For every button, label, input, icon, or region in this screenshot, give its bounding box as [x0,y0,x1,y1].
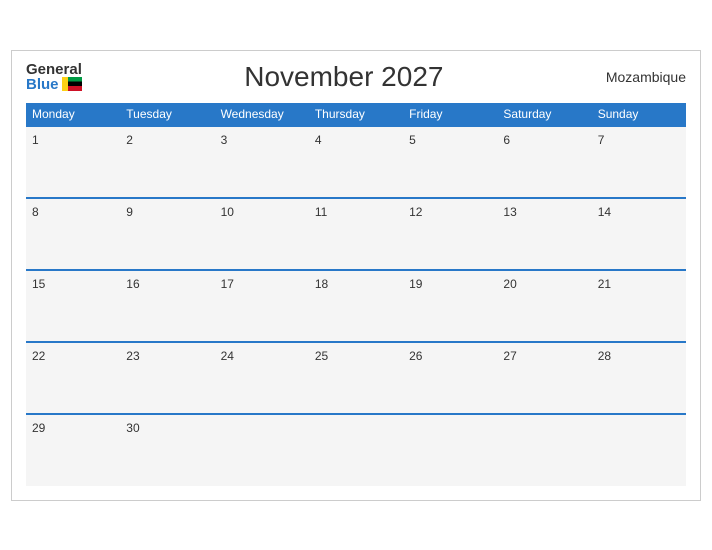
day-cell-21: 21 [592,270,686,342]
day-cell-3: 3 [215,126,309,198]
day-number-4: 4 [315,133,322,147]
day-number-2: 2 [126,133,133,147]
day-number-3: 3 [221,133,228,147]
day-number-27: 27 [503,349,516,363]
day-cell-24: 24 [215,342,309,414]
day-cell-17: 17 [215,270,309,342]
day-cell-19: 19 [403,270,497,342]
day-number-16: 16 [126,277,139,291]
day-cell-14: 14 [592,198,686,270]
empty-cell [215,414,309,486]
day-cell-1: 1 [26,126,120,198]
day-number-28: 28 [598,349,611,363]
weekday-header-thursday: Thursday [309,103,403,126]
day-number-13: 13 [503,205,516,219]
day-number-14: 14 [598,205,611,219]
day-number-11: 11 [315,205,327,219]
day-number-5: 5 [409,133,416,147]
day-cell-2: 2 [120,126,214,198]
day-cell-23: 23 [120,342,214,414]
day-number-9: 9 [126,205,133,219]
day-number-30: 30 [126,421,139,435]
day-cell-10: 10 [215,198,309,270]
logo: General Blue [26,62,82,92]
day-number-8: 8 [32,205,39,219]
day-cell-5: 5 [403,126,497,198]
day-cell-16: 16 [120,270,214,342]
week-row-3: 15 16 17 18 19 20 21 [26,270,686,342]
day-number-20: 20 [503,277,516,291]
day-number-29: 29 [32,421,45,435]
week-row-1: 1 2 3 4 5 6 7 [26,126,686,198]
day-cell-4: 4 [309,126,403,198]
weekday-header-row: MondayTuesdayWednesdayThursdayFridaySatu… [26,103,686,126]
day-cell-12: 12 [403,198,497,270]
day-number-26: 26 [409,349,422,363]
logo-general-text: General [26,62,82,77]
day-cell-27: 27 [497,342,591,414]
weekday-header-friday: Friday [403,103,497,126]
day-cell-15: 15 [26,270,120,342]
day-number-12: 12 [409,205,422,219]
day-number-22: 22 [32,349,45,363]
weekday-header-sunday: Sunday [592,103,686,126]
weekday-header-saturday: Saturday [497,103,591,126]
calendar-header: General Blue November 2027 Mozambique [26,61,686,93]
day-number-6: 6 [503,133,510,147]
day-number-23: 23 [126,349,139,363]
day-cell-22: 22 [26,342,120,414]
weekday-header-wednesday: Wednesday [215,103,309,126]
day-number-19: 19 [409,277,422,291]
day-cell-13: 13 [497,198,591,270]
day-cell-9: 9 [120,198,214,270]
logo-flag-icon [62,77,82,91]
day-cell-8: 8 [26,198,120,270]
weekday-header-monday: Monday [26,103,120,126]
day-number-10: 10 [221,205,234,219]
logo-blue-text: Blue [26,77,59,92]
day-number-24: 24 [221,349,234,363]
empty-cell [403,414,497,486]
country-name: Mozambique [606,69,686,85]
day-cell-11: 11 [309,198,403,270]
day-number-15: 15 [32,277,45,291]
day-number-18: 18 [315,277,328,291]
day-cell-25: 25 [309,342,403,414]
week-row-4: 22 23 24 25 26 27 28 [26,342,686,414]
calendar-container: General Blue November 2027 Mozambique Mo… [11,50,701,501]
empty-cell [497,414,591,486]
day-cell-28: 28 [592,342,686,414]
calendar-title: November 2027 [244,61,443,93]
empty-cell [309,414,403,486]
day-cell-29: 29 [26,414,120,486]
day-cell-7: 7 [592,126,686,198]
day-cell-30: 30 [120,414,214,486]
week-row-5: 29 30 [26,414,686,486]
week-row-2: 8 9 10 11 12 13 14 [26,198,686,270]
day-cell-6: 6 [497,126,591,198]
weekday-header-tuesday: Tuesday [120,103,214,126]
empty-cell [592,414,686,486]
day-number-7: 7 [598,133,605,147]
day-number-17: 17 [221,277,234,291]
day-cell-26: 26 [403,342,497,414]
day-cell-20: 20 [497,270,591,342]
day-number-1: 1 [32,133,39,147]
day-number-25: 25 [315,349,328,363]
calendar-grid: MondayTuesdayWednesdayThursdayFridaySatu… [26,103,686,486]
day-cell-18: 18 [309,270,403,342]
day-number-21: 21 [598,277,611,291]
